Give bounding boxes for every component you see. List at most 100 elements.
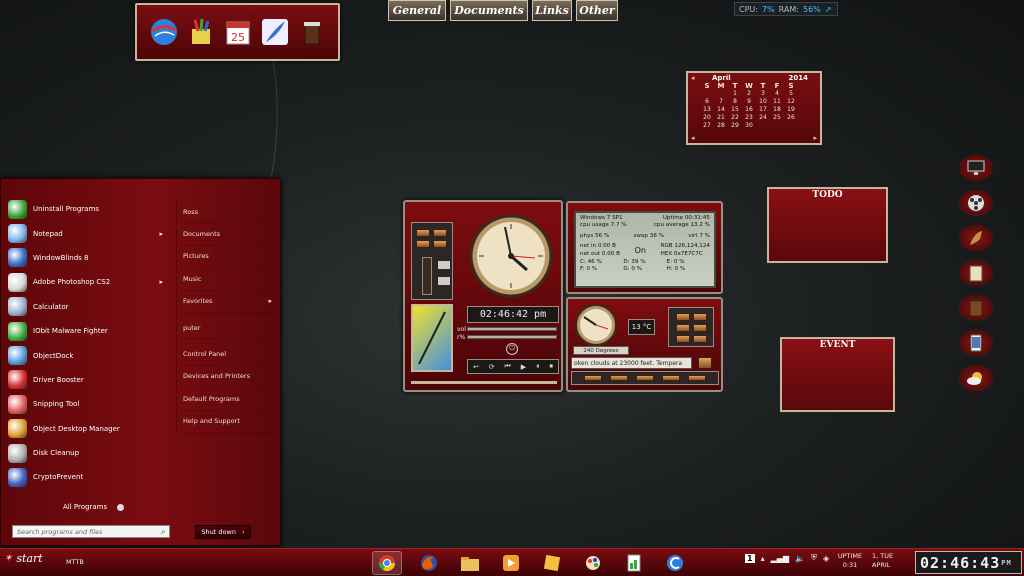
calendar-day[interactable]: 3 xyxy=(756,90,770,98)
calendar-day[interactable]: 21 xyxy=(714,114,728,122)
forecast-button-1[interactable] xyxy=(584,375,602,381)
calendar-day[interactable]: 22 xyxy=(728,114,742,122)
power-icon[interactable]: ⏻ xyxy=(506,343,518,355)
side-button-1[interactable] xyxy=(438,261,450,269)
calendar-day[interactable]: 28 xyxy=(714,122,728,130)
calendar-day[interactable]: 13 xyxy=(700,106,714,114)
network-icon[interactable]: ▂▄▆ xyxy=(771,554,789,563)
forecast-button-5[interactable] xyxy=(688,375,706,381)
weather-button-4[interactable] xyxy=(693,324,707,332)
volume-slider[interactable] xyxy=(467,327,557,331)
feather-icon[interactable] xyxy=(258,16,291,49)
calendar-day[interactable]: 23 xyxy=(742,114,756,122)
launcher-slider[interactable] xyxy=(422,257,432,295)
weather-button-2[interactable] xyxy=(693,313,707,321)
start-menu-item[interactable]: IObit Malware Fighter xyxy=(5,319,165,343)
refresh-icon[interactable]: ⟳ xyxy=(489,363,495,371)
calendar-day[interactable]: 26 xyxy=(784,114,798,122)
weather-ticker-button[interactable] xyxy=(698,357,712,369)
calendar-prev-icon[interactable]: ◂ xyxy=(691,74,695,82)
tablet-icon[interactable] xyxy=(959,330,993,356)
calendar-day[interactable]: 15 xyxy=(728,106,742,114)
paint-icon[interactable] xyxy=(578,551,608,575)
launcher-button-4[interactable] xyxy=(433,240,447,248)
security-icon[interactable]: ⛨ xyxy=(811,553,817,563)
start-menu-place[interactable]: Devices and Printers xyxy=(183,366,276,389)
weather-icon[interactable] xyxy=(959,365,993,391)
stop-icon[interactable]: ⏹ xyxy=(550,362,554,371)
start-menu-item[interactable]: Notepad ▸ xyxy=(5,221,165,245)
expand-arrow-icon[interactable]: ↗ xyxy=(825,5,832,14)
chrome-icon[interactable] xyxy=(372,551,402,575)
google-earth-icon[interactable] xyxy=(147,16,180,49)
previous-icon[interactable]: ⏮ xyxy=(505,362,511,371)
tray-badge[interactable]: 1 xyxy=(745,553,755,563)
start-menu-place[interactable]: Favorites ▸ xyxy=(183,291,276,313)
calendar-day[interactable]: 2 xyxy=(742,90,756,98)
calendar-day[interactable]: 30 xyxy=(742,122,756,130)
start-menu-item[interactable]: Adobe Photoshop CS2 ▸ xyxy=(5,270,165,294)
start-menu-place[interactable]: Pictures xyxy=(183,246,276,269)
submenu-arrow-icon[interactable]: ▸ xyxy=(159,230,163,238)
all-programs[interactable]: All Programs xyxy=(63,503,125,511)
start-button[interactable]: ✶ start xyxy=(4,552,43,565)
taskbar-digital-clock[interactable]: 02:46:43 PM xyxy=(915,551,1022,574)
calendar-day[interactable]: 5 xyxy=(784,90,798,98)
volume-icon[interactable]: 🔈 xyxy=(795,554,805,563)
tab-documents[interactable]: Documents xyxy=(450,0,528,21)
monitor-icon[interactable] xyxy=(959,155,993,181)
launcher-button-1[interactable] xyxy=(416,229,430,237)
start-menu-item[interactable]: Snipping Tool xyxy=(5,392,165,416)
calendar-day[interactable]: 9 xyxy=(742,98,756,106)
pause-icon[interactable]: ⏸ xyxy=(536,362,540,371)
calendar-icon[interactable]: 25 xyxy=(221,16,254,49)
calendar-next-icon[interactable]: ▸ xyxy=(813,134,817,142)
weather-button-3[interactable] xyxy=(676,324,690,332)
calendar-day[interactable]: 18 xyxy=(770,106,784,114)
media-player-icon[interactable] xyxy=(496,551,526,575)
play-icon[interactable]: ▶ xyxy=(521,363,526,371)
book-icon[interactable] xyxy=(959,260,993,286)
start-menu-item[interactable]: Disk Cleanup xyxy=(5,441,165,465)
event-widget[interactable]: EVENT xyxy=(780,337,895,412)
shutdown-options-arrow-icon[interactable]: › xyxy=(242,528,245,536)
color-gradient-panel[interactable] xyxy=(411,304,453,372)
ccleaner-icon[interactable] xyxy=(660,551,690,575)
horn-icon[interactable] xyxy=(959,225,993,251)
forecast-button-4[interactable] xyxy=(662,375,680,381)
calendar-day[interactable]: 25 xyxy=(770,114,784,122)
start-menu-item[interactable]: ObjectDock xyxy=(5,343,165,367)
submenu-arrow-icon[interactable]: ▸ xyxy=(159,278,163,286)
paint-icon[interactable] xyxy=(184,16,217,49)
side-button-2[interactable] xyxy=(438,277,450,285)
start-menu-place[interactable]: puter xyxy=(183,317,276,340)
forecast-button-3[interactable] xyxy=(636,375,654,381)
todo-widget[interactable]: TODO xyxy=(767,187,888,263)
weather-button-1[interactable] xyxy=(676,313,690,321)
calendar-day[interactable]: 19 xyxy=(784,106,798,114)
shutdown-button[interactable]: Shut down › xyxy=(195,525,251,539)
tab-other[interactable]: Other xyxy=(576,0,618,21)
search-input[interactable]: Search programs and files ⌕ xyxy=(12,525,170,538)
back-icon[interactable]: ↩ xyxy=(473,363,479,371)
notebook-icon[interactable] xyxy=(959,295,993,321)
launcher-button-2[interactable] xyxy=(433,229,447,237)
calendar-prev-year-icon[interactable]: ◂ xyxy=(691,134,695,142)
calendar-day[interactable]: 29 xyxy=(728,122,742,130)
registry-icon[interactable] xyxy=(619,551,649,575)
submenu-arrow-icon[interactable]: ▸ xyxy=(268,297,272,305)
calendar-day[interactable]: 6 xyxy=(700,98,714,106)
sticky-notes-icon[interactable] xyxy=(537,551,567,575)
tray-app-icon[interactable]: ◈ xyxy=(823,554,829,563)
calendar-day[interactable]: 7 xyxy=(714,98,728,106)
firefox-icon[interactable] xyxy=(414,551,444,575)
weather-button-5[interactable] xyxy=(676,335,690,343)
calendar-day[interactable]: 11 xyxy=(770,98,784,106)
explorer-folder-icon[interactable] xyxy=(455,551,485,575)
start-menu-item[interactable]: WindowBlinds 8 xyxy=(5,246,165,270)
calendar-day[interactable]: 14 xyxy=(714,106,728,114)
start-menu-item[interactable]: CryptoPrevent xyxy=(5,465,165,489)
start-menu-item[interactable]: Driver Booster xyxy=(5,368,165,392)
forecast-button-2[interactable] xyxy=(610,375,628,381)
calendar-day[interactable]: 10 xyxy=(756,98,770,106)
